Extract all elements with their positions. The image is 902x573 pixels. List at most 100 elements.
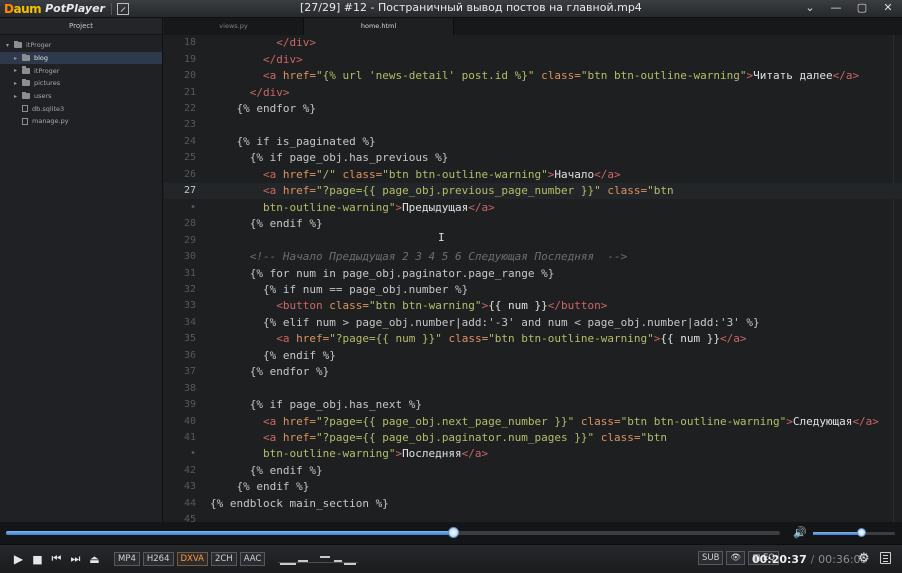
code-token: Начало: [554, 167, 595, 181]
codec-badge[interactable]: H264: [142, 552, 174, 566]
code-line[interactable]: 28 {% endif %}: [164, 215, 902, 231]
line-number: 21: [183, 86, 196, 98]
sidebar-item[interactable]: ▸ users: [0, 90, 162, 103]
code-token: {% if page_obj.has_next %}: [249, 398, 422, 412]
eq-band[interactable]: [344, 563, 357, 565]
chevron-right-icon: ▸: [14, 79, 18, 87]
line-number: 40: [183, 415, 196, 427]
code-text: btn-outline-warning">Предыдущая</a>: [210, 201, 495, 214]
code-line[interactable]: 21 </div>: [164, 84, 902, 100]
code-line[interactable]: 20 <a href="{% url 'news-detail' post.id…: [164, 67, 902, 83]
sidebar-item[interactable]: db.sqlite3: [0, 102, 162, 115]
code-line[interactable]: 18 </div>: [164, 35, 902, 51]
code-line[interactable]: 29: [164, 232, 902, 248]
sidebar-item[interactable]: ▸ itProger: [0, 64, 162, 77]
seek-bar[interactable]: [6, 531, 780, 535]
code-token: </a>: [720, 332, 747, 346]
codec-badge[interactable]: DXVA: [176, 552, 208, 566]
eq-band[interactable]: [334, 560, 343, 562]
seek-handle[interactable]: [448, 527, 460, 538]
volume-handle[interactable]: [857, 528, 867, 537]
code-line[interactable]: 37 {% endfor %}: [164, 364, 902, 380]
playlist-menu-icon[interactable]: [880, 552, 891, 564]
volume-slider[interactable]: [813, 532, 895, 535]
time-separator: /: [810, 553, 815, 566]
eq-band[interactable]: [320, 556, 331, 558]
code-token: {% endif %}: [249, 217, 323, 231]
code-line[interactable]: 33 <button class="btn btn-warning">{{ nu…: [164, 298, 902, 314]
maximize-button[interactable]: ▢: [854, 1, 870, 14]
code-line[interactable]: • btn-outline-warning">Последняя</a>: [164, 446, 902, 462]
code-line[interactable]: 27 <a href="?page={{ page_obj.previous_p…: [164, 182, 902, 199]
app-name[interactable]: PotPlayer: [45, 2, 105, 15]
code-line[interactable]: • btn-outline-warning">Предыдущая</a>: [164, 199, 902, 215]
code-line[interactable]: 45: [164, 512, 902, 522]
eq-band[interactable]: [280, 563, 297, 565]
code-line[interactable]: 41 <a href="?page={{ page_obj.paginator.…: [164, 429, 902, 445]
popout-icon[interactable]: [116, 2, 129, 15]
minimize-button[interactable]: —: [828, 1, 844, 14]
code-text: {% endif %}: [210, 217, 323, 230]
code-line[interactable]: 38: [164, 380, 902, 396]
close-button[interactable]: ✕: [880, 1, 896, 14]
code-token: </div>: [249, 85, 290, 99]
vr-view-button[interactable]: 👁: [726, 551, 746, 565]
code-line[interactable]: 31 {% for num in page_obj.paginator.page…: [164, 265, 902, 281]
sidebar-item[interactable]: ▸ pictures: [0, 77, 162, 90]
volume-icon[interactable]: 🔊: [793, 527, 807, 539]
codec-badge[interactable]: AAC: [239, 552, 266, 566]
code-line[interactable]: 42 {% endif %}: [164, 462, 902, 478]
code-line[interactable]: 39 {% if page_obj.has_next %}: [164, 396, 902, 412]
window-title: [27/29] #12 - Постраничный вывод постов …: [300, 1, 642, 14]
sidebar-item[interactable]: ▾ itProger: [0, 39, 162, 52]
code-token: {% for num in page_obj.paginator.page_ra…: [249, 266, 555, 280]
code-token: Последняя: [402, 447, 462, 461]
code-line[interactable]: 36 {% endif %}: [164, 347, 902, 363]
line-number: 36: [183, 349, 196, 361]
window-menu-button[interactable]: ⌄: [802, 1, 818, 14]
code-line[interactable]: 30 <!-- Начало Предыдущая 2 3 4 5 6 След…: [164, 248, 902, 264]
tab-home-html[interactable]: home.html: [304, 18, 454, 35]
code-line[interactable]: 25 {% if page_obj.has_previous %}: [164, 150, 902, 166]
code-line[interactable]: 35 <a href="?page={{ num }}" class="btn …: [164, 331, 902, 347]
code-line[interactable]: 22 {% endfor %}: [164, 100, 902, 116]
code-line[interactable]: 24 {% if is_paginated %}: [164, 133, 902, 149]
code-text: {% endif %}: [210, 349, 336, 362]
code-line[interactable]: 44 {% endblock main_section %}: [164, 495, 902, 511]
code-line[interactable]: 26 <a href="/" class="btn btn-outline-wa…: [164, 166, 902, 182]
code-line[interactable]: 43 {% endif %}: [164, 479, 902, 495]
code-line[interactable]: 40 <a href="?page={{ page_obj.next_page_…: [164, 413, 902, 429]
code-token: class=: [600, 184, 648, 198]
code-token: href=: [282, 414, 316, 428]
codec-badge[interactable]: 2CH: [210, 552, 237, 566]
code-line[interactable]: 34 {% elif num > page_obj.number|add:'-3…: [164, 314, 902, 330]
audio-equalizer[interactable]: [278, 550, 359, 568]
stop-icon[interactable]: ■: [28, 553, 47, 566]
code-line[interactable]: 19 </div>: [164, 51, 902, 67]
gear-icon[interactable]: ⚙: [858, 551, 870, 566]
time-display[interactable]: 00:20:37 / 00:36:05: [752, 553, 868, 566]
file-icon: [22, 105, 28, 113]
next-icon[interactable]: ⏭: [66, 552, 85, 566]
elapsed-time: 00:20:37: [752, 553, 807, 566]
sidebar-item[interactable]: ▸ blog: [0, 51, 162, 65]
codec-badges: MP4 H264 DXVA 2CH AAC: [114, 552, 268, 566]
code-text: {% endif %}: [210, 480, 310, 493]
code-line[interactable]: 32 {% if num == page_obj.number %}: [164, 281, 902, 297]
code-token: <a: [262, 431, 283, 445]
code-editor[interactable]: I 18 </div> 19 </div> 20 <a href="{% url '…: [164, 35, 902, 522]
code-line[interactable]: 23: [164, 117, 902, 133]
code-token: href=: [282, 69, 316, 83]
tab-views-py[interactable]: views.py: [164, 18, 304, 35]
codec-badge[interactable]: MP4: [114, 552, 140, 566]
sidebar-item[interactable]: manage.py: [0, 115, 162, 128]
subtitle-button[interactable]: SUB: [697, 551, 724, 565]
previous-icon[interactable]: ⏮: [47, 552, 66, 566]
eq-band[interactable]: [298, 560, 309, 562]
sidebar-item-label: pictures: [34, 79, 61, 88]
sidebar-item-label: users: [34, 92, 52, 101]
eject-icon[interactable]: ⏏: [85, 553, 104, 566]
daum-logo[interactable]: Daum: [4, 2, 42, 16]
play-icon[interactable]: ▶: [9, 552, 28, 566]
code-text: </div>: [210, 53, 303, 66]
